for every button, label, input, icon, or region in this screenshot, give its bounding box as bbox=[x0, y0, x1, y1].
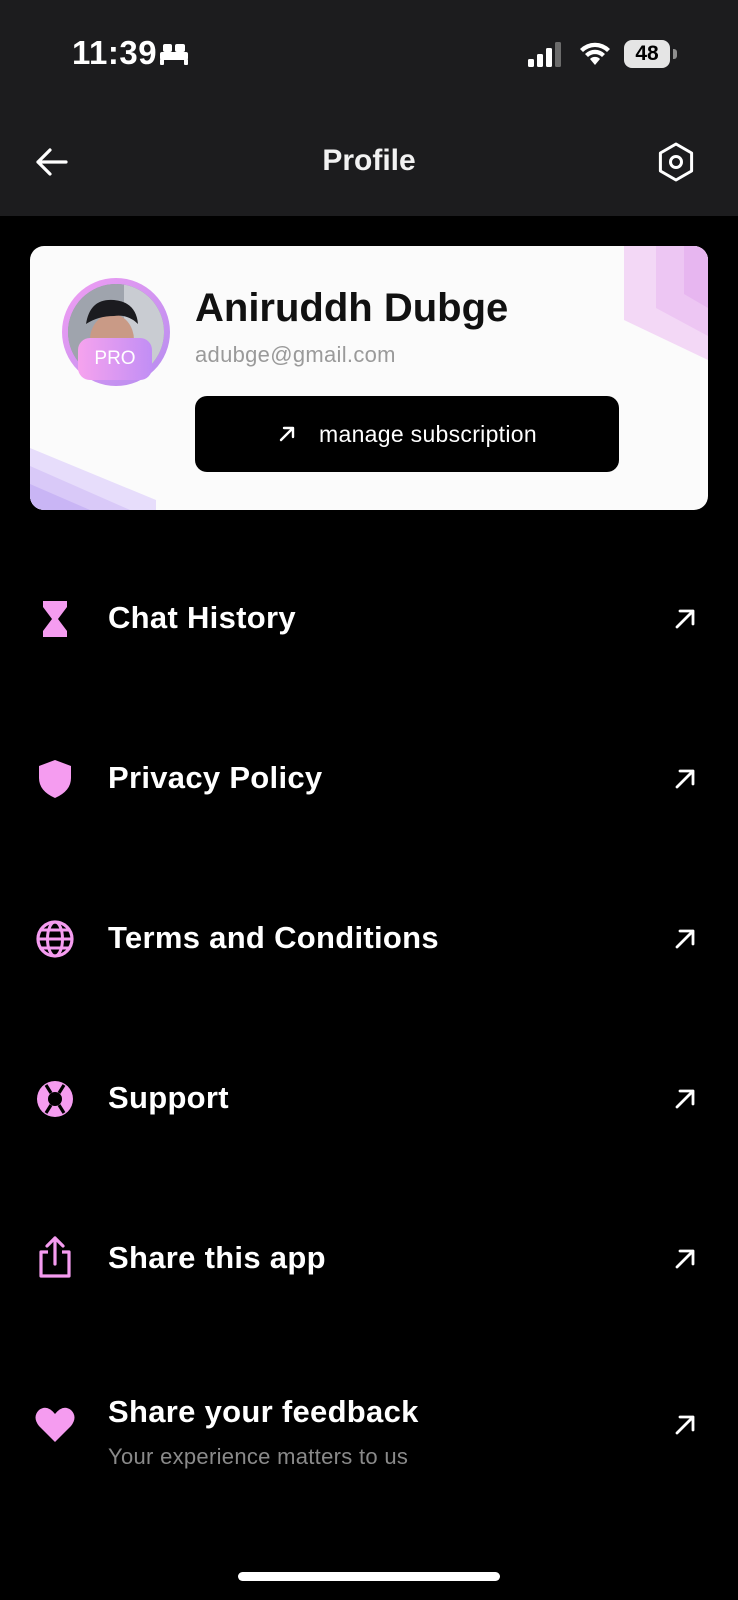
status-time: 11:39 bbox=[72, 34, 158, 71]
manage-subscription-button[interactable]: manage subscription bbox=[195, 396, 619, 472]
hourglass-icon bbox=[43, 601, 67, 637]
lifebuoy-icon bbox=[37, 1081, 73, 1117]
menu-item-share-app[interactable]: Share this app bbox=[0, 1200, 738, 1320]
menu-item-label: Share your feedback bbox=[108, 1394, 419, 1429]
menu-item-privacy-policy[interactable]: Privacy Policy bbox=[0, 720, 738, 840]
menu-item-share-feedback[interactable]: Share your feedback Your experience matt… bbox=[0, 1360, 738, 1500]
top-bar: Profile bbox=[0, 110, 738, 216]
arrow-up-right-icon bbox=[675, 609, 695, 629]
arrow-up-right-icon bbox=[675, 1415, 695, 1435]
globe-icon bbox=[36, 920, 74, 958]
menu-item-support[interactable]: Support bbox=[0, 1040, 738, 1160]
bed-icon bbox=[160, 44, 188, 65]
arrow-up-right-icon bbox=[675, 929, 695, 949]
menu-item-label: Terms and Conditions bbox=[108, 920, 439, 955]
arrow-up-right-icon bbox=[279, 426, 295, 442]
pro-badge: PRO bbox=[78, 338, 152, 380]
heart-icon bbox=[35, 1407, 75, 1442]
profile-card: PRO Aniruddh Dubge adubge@gmail.com mana… bbox=[30, 246, 708, 510]
battery-tip bbox=[673, 49, 677, 59]
arrow-up-right-icon bbox=[675, 1249, 695, 1269]
user-name: Aniruddh Dubge bbox=[195, 286, 509, 330]
menu-item-label: Support bbox=[108, 1080, 229, 1115]
menu-item-label: Share this app bbox=[108, 1240, 326, 1275]
signal-icon bbox=[528, 42, 561, 67]
menu-item-chat-history[interactable]: Chat History bbox=[0, 560, 738, 680]
menu-item-label: Chat History bbox=[108, 600, 296, 635]
arrow-up-right-icon bbox=[675, 769, 695, 789]
arrow-up-right-icon bbox=[675, 1089, 695, 1109]
status-bar: 11:39 48 bbox=[0, 0, 738, 110]
wifi-icon bbox=[580, 42, 610, 65]
user-email: adubge@gmail.com bbox=[195, 342, 396, 367]
menu-item-terms-and-conditions[interactable]: Terms and Conditions bbox=[0, 880, 738, 1000]
menu-item-sublabel: Your experience matters to us bbox=[108, 1444, 409, 1469]
card-decoration-top-right bbox=[624, 246, 708, 360]
page-title: Profile bbox=[322, 144, 416, 177]
settings-icon[interactable] bbox=[654, 140, 698, 184]
battery-level: 48 bbox=[624, 40, 670, 68]
card-decoration-bottom-left bbox=[30, 448, 156, 510]
manage-subscription-label: manage subscription bbox=[319, 420, 537, 447]
shield-icon bbox=[39, 760, 71, 798]
battery-icon: 48 bbox=[624, 40, 677, 68]
share-icon bbox=[39, 1236, 71, 1278]
menu-item-label: Privacy Policy bbox=[108, 760, 323, 795]
home-indicator[interactable] bbox=[238, 1572, 500, 1581]
